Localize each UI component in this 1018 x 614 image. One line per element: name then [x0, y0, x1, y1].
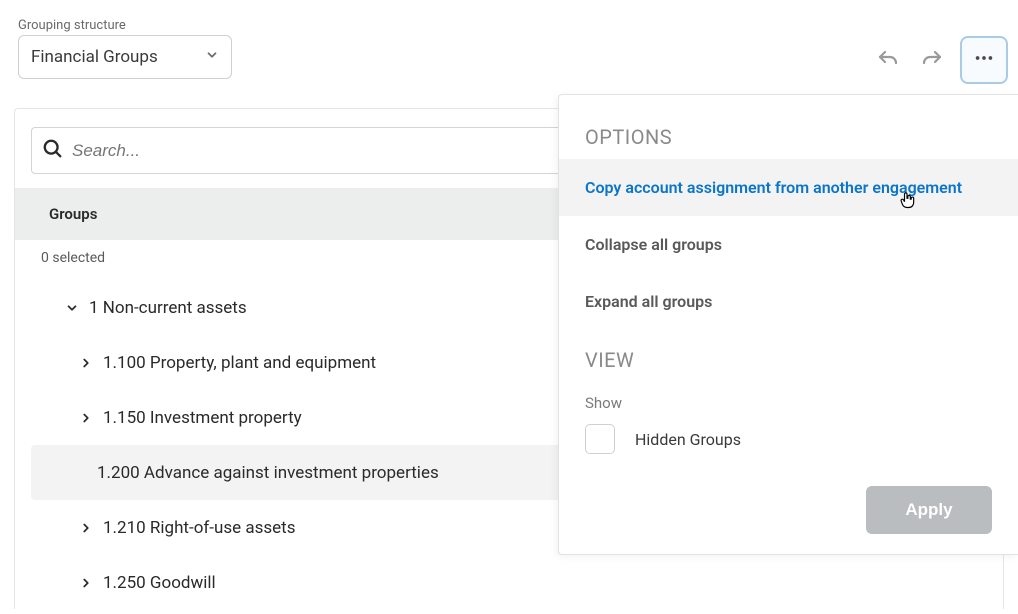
option-label: Copy account assignment from another eng… [585, 178, 962, 197]
grouping-structure-dropdown[interactable]: Financial Groups [18, 35, 232, 79]
grouping-structure-label: Grouping structure [18, 18, 232, 33]
chevron-right-icon [77, 576, 95, 590]
dropdown-value: Financial Groups [31, 47, 158, 67]
tree-label: 1 Non-current assets [89, 298, 247, 318]
chevron-right-icon [77, 411, 95, 425]
chevron-down-icon [63, 301, 81, 315]
tree-row[interactable]: 1.250 Goodwill [31, 555, 987, 610]
hidden-groups-checkbox[interactable] [585, 424, 615, 454]
expand-all-groups-option[interactable]: Expand all groups [559, 273, 1018, 330]
tree-label: 1.200 Advance against investment propert… [97, 463, 439, 483]
option-label: Collapse all groups [585, 235, 722, 254]
search-icon [42, 138, 64, 164]
apply-button[interactable]: Apply [866, 486, 992, 534]
copy-account-assignment-option[interactable]: Copy account assignment from another eng… [559, 159, 1018, 216]
more-options-button[interactable] [960, 36, 1008, 84]
option-label: Expand all groups [585, 292, 712, 311]
options-panel: OPTIONS Copy account assignment from ano… [558, 94, 1018, 555]
chevron-right-icon [77, 356, 95, 370]
redo-button[interactable] [916, 44, 948, 76]
chevron-right-icon [77, 521, 95, 535]
ellipsis-icon [973, 47, 995, 73]
tree-label: 1.210 Right-of-use assets [103, 518, 296, 538]
tree-label: 1.100 Property, plant and equipment [103, 353, 376, 373]
chevron-down-icon [205, 48, 219, 66]
options-section-heading: OPTIONS [559, 95, 1018, 159]
tree-label: 1.150 Investment property [103, 408, 302, 428]
tree-label: 1.250 Goodwill [103, 573, 216, 593]
show-label: Show [559, 382, 1018, 420]
undo-button[interactable] [872, 44, 904, 76]
view-section-heading: VIEW [559, 330, 1018, 382]
hidden-groups-label: Hidden Groups [635, 430, 741, 449]
collapse-all-groups-option[interactable]: Collapse all groups [559, 216, 1018, 273]
